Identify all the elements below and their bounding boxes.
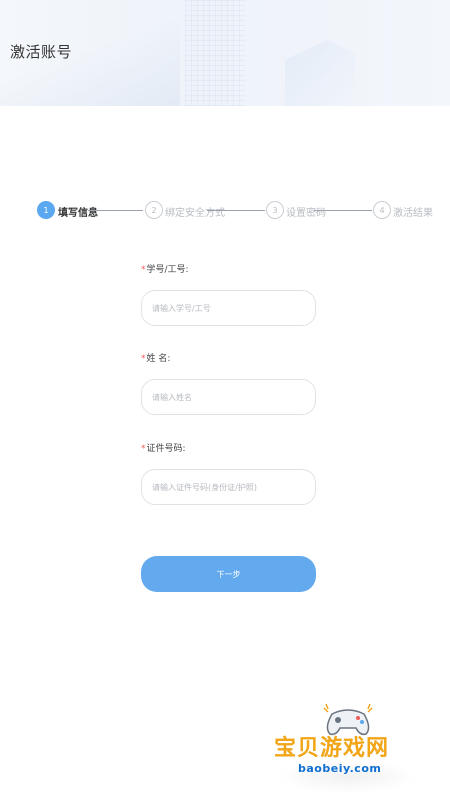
name-label: *姓 名:	[141, 351, 170, 364]
student-id-input[interactable]	[141, 290, 316, 326]
page-title: 激活账号	[10, 43, 73, 61]
step-3-label: 设置密码	[286, 208, 326, 219]
step-connector	[88, 210, 143, 211]
watermark-title: 宝贝游戏网	[274, 736, 390, 761]
student-id-label-text: 学号/工号:	[146, 265, 189, 275]
required-mark: *	[141, 265, 146, 275]
step-connector	[207, 210, 265, 211]
banner-decoration	[0, 20, 180, 106]
step-4-indicator: 4	[373, 201, 391, 219]
step-1-label: 填写信息	[58, 208, 98, 219]
next-step-button[interactable]: 下一步	[141, 556, 316, 592]
student-id-label: *学号/工号:	[141, 262, 189, 275]
watermark-logo: 宝贝游戏网 baobeiy.com	[268, 700, 428, 796]
name-label-text: 姓 名:	[146, 354, 171, 364]
step-3-indicator: 3	[266, 201, 284, 219]
id-number-label: *证件号码:	[141, 441, 186, 454]
step-1-indicator: 1	[37, 201, 55, 219]
header-banner: 激活账号	[0, 0, 450, 106]
progress-stepper: 1 填写信息 2 绑定安全方式 3 设置密码 4 激活结果	[0, 196, 450, 226]
required-mark: *	[141, 354, 146, 364]
step-2-indicator: 2	[145, 201, 163, 219]
banner-building-graphic-2	[285, 40, 355, 106]
id-number-label-text: 证件号码:	[146, 444, 186, 454]
id-number-input[interactable]	[141, 469, 316, 505]
name-input[interactable]	[141, 379, 316, 415]
step-4-label: 激活结果	[393, 208, 433, 219]
banner-building-graphic	[185, 0, 245, 106]
step-2-label: 绑定安全方式	[165, 208, 225, 219]
watermark-url: baobeiy.com	[298, 762, 382, 775]
required-mark: *	[141, 444, 146, 454]
step-connector	[314, 210, 372, 211]
